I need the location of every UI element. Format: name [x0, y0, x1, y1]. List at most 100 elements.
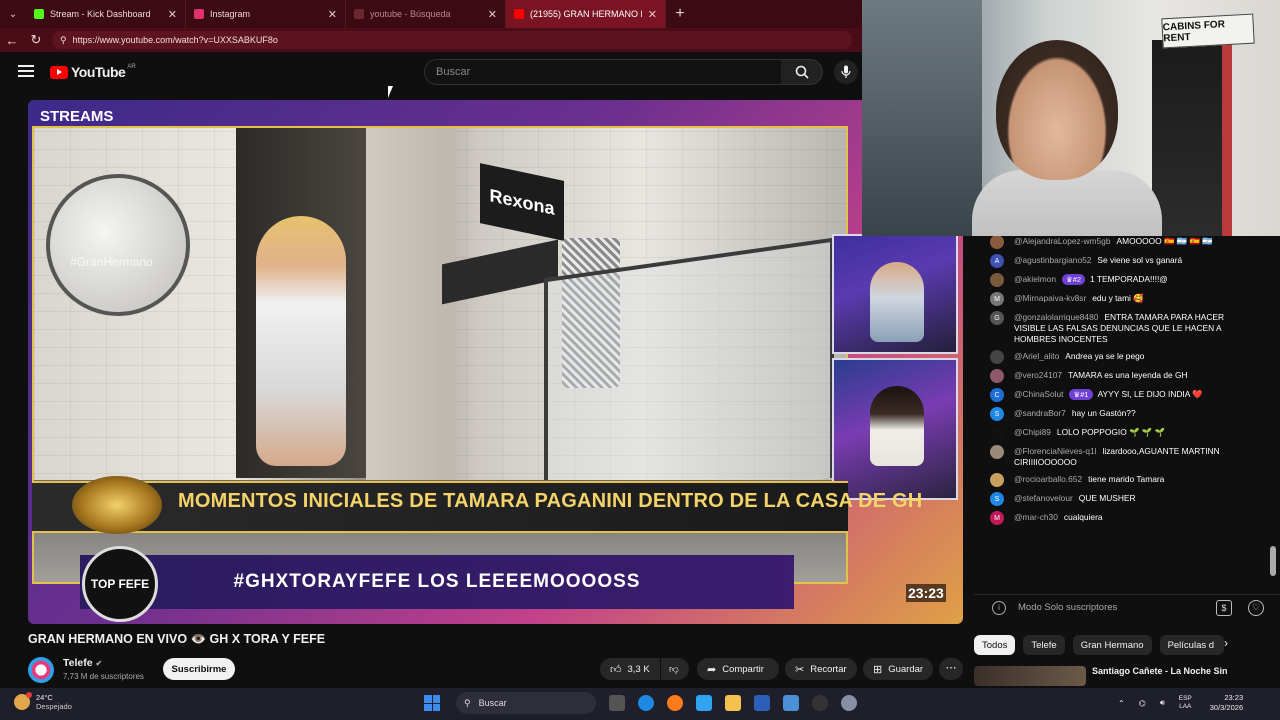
taskbar-search[interactable]: ⚲ Buscar [456, 692, 596, 714]
chat-avatar[interactable] [990, 445, 1004, 459]
task-view-icon[interactable] [609, 695, 625, 711]
chat-username[interactable]: @vero24107 [1014, 370, 1062, 380]
heart-icon[interactable]: ♡ [1248, 599, 1264, 616]
chat-username[interactable]: @ChinaSolut [1014, 389, 1063, 399]
app-icon[interactable] [754, 695, 770, 711]
network-icon[interactable]: ⌬ [1139, 699, 1146, 708]
chat-avatar[interactable]: M [990, 292, 1004, 306]
chat-username[interactable]: @agustinbargiano52 [1014, 255, 1091, 265]
chat-avatar[interactable]: S [990, 407, 1004, 421]
recommended-thumbnail[interactable] [974, 666, 1086, 686]
chat-message[interactable]: @akielmon ♛#2 1 TEMPORADA!!!!@ [974, 273, 1264, 287]
chat-avatar[interactable]: S [990, 492, 1004, 506]
dislike-button[interactable]: 👎︎ [661, 658, 689, 680]
chevron-up-icon[interactable]: ⌃ [1118, 699, 1125, 708]
obs-icon[interactable] [812, 695, 828, 711]
chat-avatar[interactable] [990, 350, 1004, 364]
close-icon[interactable]: ✕ [168, 8, 177, 21]
subscribe-button[interactable]: Suscribirme [163, 658, 235, 680]
chip-todos[interactable]: Todos [974, 635, 1016, 655]
chat-username[interactable]: @Ariel_alito [1014, 351, 1059, 361]
chat-username[interactable]: @akielmon [1014, 274, 1056, 284]
close-icon[interactable]: ✕ [488, 8, 497, 21]
chip-peliculas[interactable]: Películas d [1159, 635, 1224, 655]
chat-message[interactable]: @rocioarballo.652 tiene marido Tamara [974, 473, 1264, 487]
chat-message[interactable]: @vero24107 TAMARA es una leyenda de GH [974, 369, 1264, 383]
super-chat-icon[interactable]: $ [1216, 599, 1232, 616]
tab-search-icon[interactable]: ⌄ [0, 0, 26, 28]
chat-username[interactable]: @Mirnapaiva-kv8sr [1014, 293, 1086, 303]
chat-username[interactable]: @rocioarballo.652 [1014, 474, 1082, 484]
save-button[interactable]: ⊞ Guardar [863, 658, 933, 680]
chat-message[interactable]: G @gonzalolarrique8480 ENTRA TAMARA PARA H… [974, 311, 1264, 345]
weather-widget[interactable]: 24°C Despejado [14, 692, 72, 711]
chat-message[interactable]: @AlejandraLopez-wm5gb AMOOOOO 🇪🇸 🇦🇷 🇪🇸 🇦🇷 [974, 236, 1264, 249]
voice-search-button[interactable] [834, 60, 858, 84]
tab-youtube-video[interactable]: (21955) GRAN HERMANO EN ✕ [506, 0, 666, 28]
chat-message[interactable]: S @stefanovelour QUE MUSHER [974, 492, 1264, 506]
chat-message[interactable]: S @sandraBor7 hay un Gastón?? [974, 407, 1264, 421]
chat-avatar[interactable]: A [990, 254, 1004, 268]
channel-name[interactable]: Telefe ✔ [63, 657, 102, 669]
edge-icon[interactable] [638, 695, 654, 711]
chat-avatar[interactable] [990, 236, 1004, 249]
chat-message[interactable]: @FlorenciaNieves-q1l lizardooo,AGUANTE MA… [974, 445, 1264, 468]
url-field[interactable]: ⚲ https://www.youtube.com/watch?v=UXXSAB… [52, 31, 852, 49]
chat-avatar[interactable] [990, 426, 1004, 440]
chip-telefe[interactable]: Telefe [1023, 635, 1065, 655]
language-indicator[interactable]: ESP LAA [1179, 695, 1192, 711]
chat-message[interactable]: C @ChinaSolut ♛#1 AYYY SI, LE DIJO INDIA ❤️ [974, 388, 1264, 402]
chat-username[interactable]: @Chipi89 [1014, 427, 1051, 437]
firefox-icon[interactable] [667, 695, 683, 711]
recommended-title[interactable]: Santiago Cañete - La Noche Sin [1092, 666, 1242, 688]
chat-avatar[interactable] [990, 369, 1004, 383]
chat-messages[interactable]: @AlejandraLopez-wm5gb AMOOOOO 🇪🇸 🇦🇷 🇪🇸 🇦🇷… [974, 236, 1264, 588]
tab-kick[interactable]: Stream - Kick Dashboard ✕ [26, 0, 186, 28]
volume-icon[interactable]: 🔊︎ [1160, 698, 1165, 708]
info-icon[interactable]: i [992, 600, 1006, 615]
chat-username[interactable]: @stefanovelour [1014, 493, 1073, 503]
share-button[interactable]: ➦ Compartir [697, 658, 779, 680]
chat-username[interactable]: @gonzalolarrique8480 [1014, 312, 1098, 322]
chat-avatar[interactable] [990, 273, 1004, 287]
app-icon[interactable] [783, 695, 799, 711]
chat-username[interactable]: @AlejandraLopez-wm5gb [1014, 236, 1111, 246]
reload-icon[interactable]: ↻ [24, 32, 48, 48]
close-icon[interactable]: ✕ [648, 8, 657, 21]
chat-message[interactable]: M @Mirnapaiva-kv8sr edu y tami 🥰 [974, 292, 1264, 306]
search-button[interactable] [781, 59, 823, 85]
more-actions-button[interactable]: ⋯ [939, 658, 963, 680]
windows-start-icon[interactable] [424, 695, 440, 711]
chat-avatar[interactable] [990, 473, 1004, 487]
close-icon[interactable]: ✕ [328, 8, 337, 21]
chat-message[interactable]: @Ariel_alito Andrea ya se le pego [974, 350, 1264, 364]
chat-message[interactable]: M @mar-ch30 cualquiera [974, 511, 1264, 525]
menu-icon[interactable] [18, 65, 34, 80]
store-icon[interactable] [696, 695, 712, 711]
system-clock[interactable]: 23:23 30/3/2026 [1210, 693, 1243, 713]
search-input[interactable]: Buscar [424, 59, 782, 85]
chat-username[interactable]: @mar-ch30 [1014, 512, 1058, 522]
tab-instagram[interactable]: Instagram ✕ [186, 0, 346, 28]
chat-message[interactable]: @Chipi89 LOLO POPPOGIO 🌱 🌱 🌱 [974, 426, 1264, 440]
chat-avatar[interactable]: G [990, 311, 1004, 325]
channel-avatar[interactable] [28, 657, 54, 683]
chat-scrollbar[interactable] [1270, 236, 1276, 588]
new-tab-button[interactable]: + [666, 5, 694, 23]
back-arrow-icon[interactable]: ← [0, 33, 24, 48]
recommended-video[interactable]: Santiago Cañete - La Noche Sin [974, 666, 1280, 688]
chat-message[interactable]: A @agustinbargiano52 Se viene sol vs ganar… [974, 254, 1264, 268]
like-button[interactable]: 👍︎ 3,3 K [600, 658, 660, 680]
site-info-icon[interactable]: ⚲ [60, 35, 67, 46]
settings-gear-icon[interactable] [841, 695, 857, 711]
clip-button[interactable]: ✂ Recortar [785, 658, 857, 680]
chat-username[interactable]: @FlorenciaNieves-q1l [1014, 446, 1097, 456]
chevron-right-icon[interactable]: › [1224, 636, 1228, 650]
file-explorer-icon[interactable] [725, 695, 741, 711]
youtube-logo[interactable]: YouTube AR [50, 64, 136, 80]
tab-youtube-search[interactable]: youtube - Búsqueda ✕ [346, 0, 506, 28]
chip-gran-hermano[interactable]: Gran Hermano [1072, 635, 1152, 655]
chat-username[interactable]: @sandraBor7 [1014, 408, 1066, 418]
chat-avatar[interactable]: C [990, 388, 1004, 402]
video-player[interactable]: STREAMS Rexona #GranHermano MOMENTOS INI… [28, 100, 963, 624]
